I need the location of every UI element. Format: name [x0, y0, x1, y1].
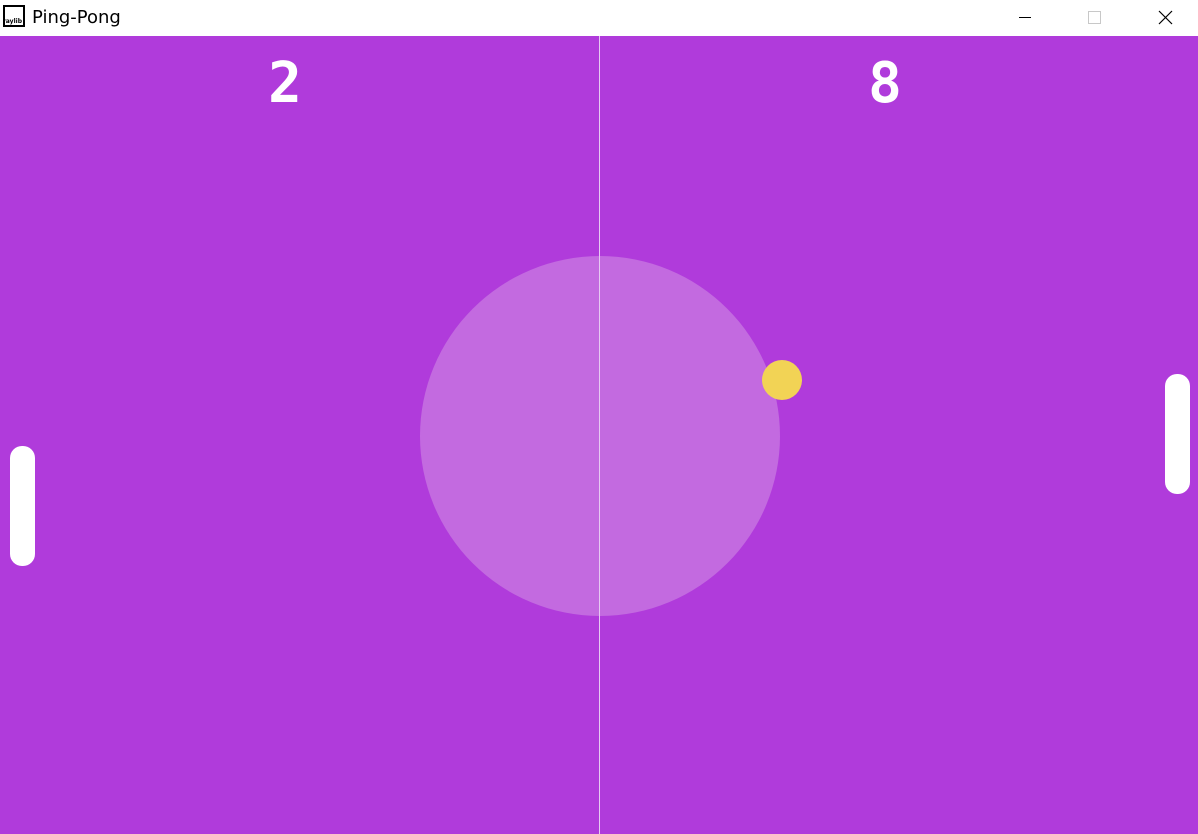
game-canvas[interactable]: 2 8 — [0, 36, 1198, 834]
right-paddle — [1165, 374, 1190, 494]
minimize-button[interactable] — [990, 0, 1060, 36]
left-score: 2 — [268, 51, 302, 116]
minimize-icon — [1019, 17, 1031, 18]
ball — [762, 360, 802, 400]
raylib-icon: raylib — [3, 5, 25, 27]
window-title: Ping-Pong — [32, 7, 121, 28]
maximize-button[interactable] — [1060, 0, 1130, 36]
close-icon — [1158, 10, 1173, 25]
right-score: 8 — [868, 51, 902, 116]
maximize-icon — [1088, 11, 1101, 24]
left-paddle — [10, 446, 35, 566]
app-icon-label: raylib — [2, 18, 22, 25]
playfield — [0, 36, 1198, 834]
game-window: raylib Ping-Pong 2 8 — [0, 0, 1198, 834]
title-bar[interactable]: raylib Ping-Pong — [0, 0, 1198, 36]
close-button[interactable] — [1130, 0, 1198, 36]
